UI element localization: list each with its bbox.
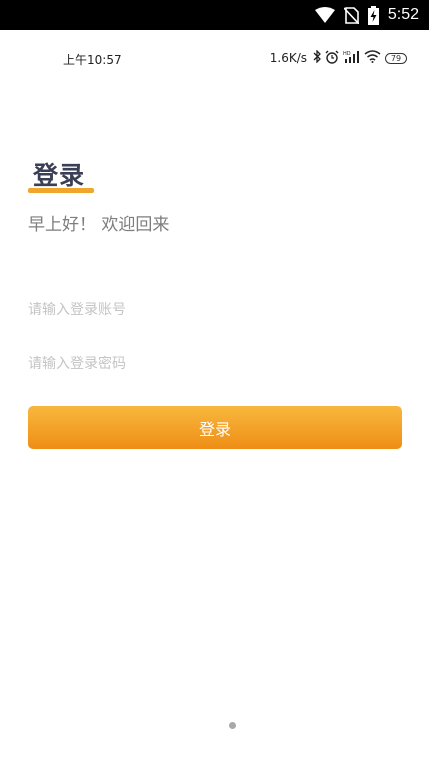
- status-time: 上午10:57: [63, 53, 122, 67]
- password-input[interactable]: [28, 349, 402, 379]
- page-indicator-dot: [229, 722, 236, 729]
- wifi-icon: [314, 7, 335, 23]
- account-input[interactable]: [28, 295, 402, 325]
- system-status-bar: 5:52: [0, 0, 429, 30]
- battery-icon: 79: [385, 52, 407, 64]
- system-clock: 5:52: [387, 6, 419, 23]
- title-underline: [28, 188, 94, 193]
- status-icons: 1.6K/s HD 79: [270, 48, 407, 68]
- alarm-icon: [325, 50, 339, 67]
- bluetooth-icon: [313, 49, 321, 66]
- app-status-bar: 上午10:57 1.6K/s HD 79: [0, 30, 429, 88]
- wifi-icon: [364, 50, 381, 66]
- no-sim-icon: [343, 6, 359, 24]
- hd-signal-icon: HD: [343, 50, 360, 66]
- system-status-icons: 5:52: [314, 0, 419, 30]
- login-button[interactable]: 登录: [28, 406, 402, 449]
- svg-text:HD: HD: [343, 51, 351, 57]
- battery-charging-icon: [367, 5, 379, 25]
- page-title: 登录: [33, 161, 86, 190]
- network-speed: 1.6K/s: [269, 51, 307, 65]
- greeting-text: 早上好！ 欢迎回来: [28, 215, 170, 235]
- battery-level: 79: [390, 53, 402, 63]
- login-button-label: 登录: [198, 419, 231, 439]
